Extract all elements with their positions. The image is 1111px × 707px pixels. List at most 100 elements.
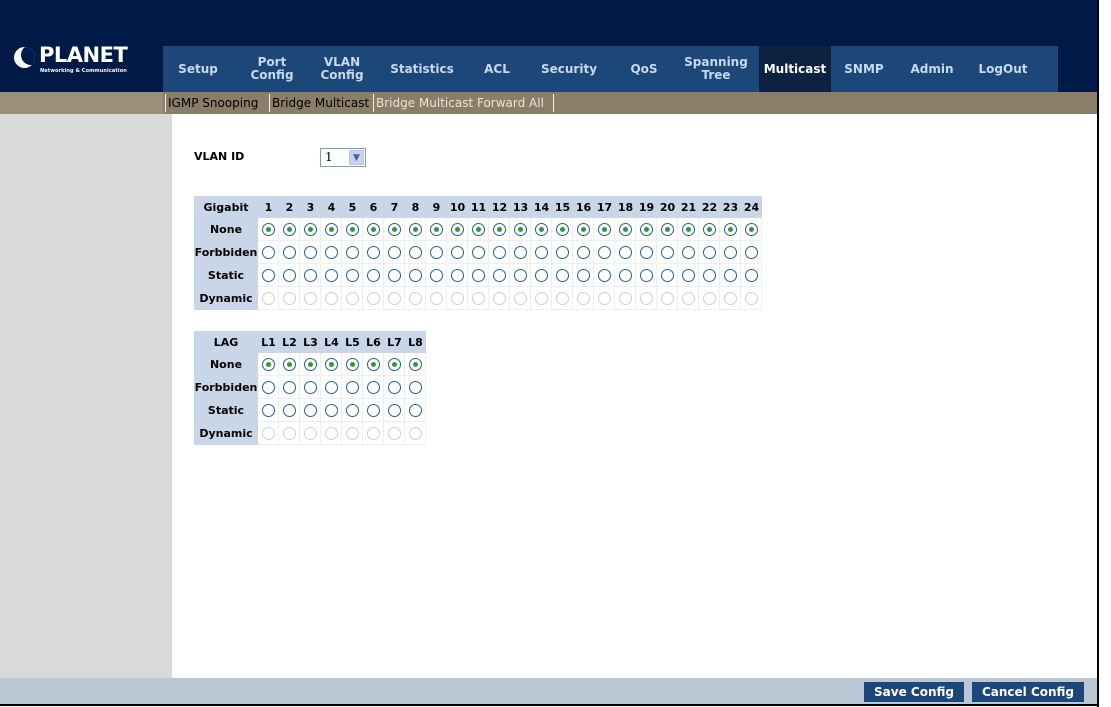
radio-static[interactable] (597, 268, 611, 282)
radio-forbbiden[interactable] (261, 380, 275, 394)
radio-static[interactable] (408, 403, 422, 417)
radio-forbbiden[interactable] (408, 380, 422, 394)
radio-none[interactable] (576, 222, 590, 236)
radio-none[interactable] (366, 357, 380, 371)
radio-none[interactable] (345, 357, 359, 371)
radio-static[interactable] (261, 403, 275, 417)
radio-forbbiden[interactable] (324, 380, 338, 394)
radio-forbbiden[interactable] (261, 245, 275, 259)
radio-none[interactable] (429, 222, 443, 236)
radio-static[interactable] (555, 268, 569, 282)
radio-forbbiden[interactable] (639, 245, 653, 259)
nav-item-acl[interactable]: ACL (470, 46, 524, 92)
nav-item-qos[interactable]: QoS (616, 46, 672, 92)
radio-forbbiden[interactable] (513, 245, 527, 259)
radio-forbbiden[interactable] (597, 245, 611, 259)
radio-forbbiden[interactable] (282, 245, 296, 259)
nav-item-security[interactable]: Security (526, 46, 612, 92)
radio-forbbiden[interactable] (303, 245, 317, 259)
radio-static[interactable] (387, 403, 401, 417)
radio-none[interactable] (345, 222, 359, 236)
radio-none[interactable] (324, 357, 338, 371)
subnav-tab-igmp-snooping[interactable]: IGMP Snooping (168, 94, 258, 112)
radio-static[interactable] (618, 268, 632, 282)
radio-static[interactable] (303, 403, 317, 417)
radio-forbbiden[interactable] (429, 245, 443, 259)
radio-static[interactable] (492, 268, 506, 282)
radio-forbbiden[interactable] (555, 245, 569, 259)
radio-static[interactable] (471, 268, 485, 282)
radio-forbbiden[interactable] (534, 245, 548, 259)
radio-none[interactable] (555, 222, 569, 236)
radio-static[interactable] (639, 268, 653, 282)
radio-none[interactable] (513, 222, 527, 236)
radio-static[interactable] (261, 268, 275, 282)
radio-static[interactable] (534, 268, 548, 282)
radio-forbbiden[interactable] (681, 245, 695, 259)
radio-none[interactable] (387, 357, 401, 371)
nav-item-vlan-config[interactable]: VLAN Config (309, 46, 375, 92)
nav-item-multicast[interactable]: Multicast (759, 46, 831, 92)
nav-item-port-config[interactable]: Port Config (237, 46, 307, 92)
radio-forbbiden[interactable] (576, 245, 590, 259)
radio-static[interactable] (744, 268, 758, 282)
radio-static[interactable] (681, 268, 695, 282)
radio-none[interactable] (282, 357, 296, 371)
radio-forbbiden[interactable] (387, 245, 401, 259)
radio-none[interactable] (681, 222, 695, 236)
cancel-config-button[interactable]: Cancel Config (972, 682, 1084, 702)
radio-static[interactable] (324, 268, 338, 282)
radio-forbbiden[interactable] (744, 245, 758, 259)
radio-none[interactable] (450, 222, 464, 236)
radio-none[interactable] (618, 222, 632, 236)
radio-forbbiden[interactable] (345, 380, 359, 394)
radio-static[interactable] (702, 268, 716, 282)
radio-static[interactable] (366, 268, 380, 282)
radio-none[interactable] (408, 222, 422, 236)
radio-forbbiden[interactable] (345, 245, 359, 259)
radio-static[interactable] (345, 403, 359, 417)
nav-item-admin[interactable]: Admin (900, 46, 964, 92)
radio-forbbiden[interactable] (618, 245, 632, 259)
radio-static[interactable] (723, 268, 737, 282)
radio-none[interactable] (282, 222, 296, 236)
radio-static[interactable] (282, 268, 296, 282)
radio-forbbiden[interactable] (660, 245, 674, 259)
radio-none[interactable] (303, 357, 317, 371)
radio-none[interactable] (534, 222, 548, 236)
radio-none[interactable] (723, 222, 737, 236)
radio-forbbiden[interactable] (366, 380, 380, 394)
radio-none[interactable] (387, 222, 401, 236)
radio-none[interactable] (639, 222, 653, 236)
radio-none[interactable] (408, 357, 422, 371)
nav-item-snmp[interactable]: SNMP (831, 46, 897, 92)
nav-item-statistics[interactable]: Statistics (377, 46, 467, 92)
radio-static[interactable] (303, 268, 317, 282)
radio-static[interactable] (324, 403, 338, 417)
radio-none[interactable] (261, 222, 275, 236)
radio-forbbiden[interactable] (303, 380, 317, 394)
radio-static[interactable] (366, 403, 380, 417)
radio-none[interactable] (366, 222, 380, 236)
radio-static[interactable] (345, 268, 359, 282)
radio-static[interactable] (387, 268, 401, 282)
radio-static[interactable] (576, 268, 590, 282)
radio-forbbiden[interactable] (408, 245, 422, 259)
radio-none[interactable] (261, 357, 275, 371)
radio-forbbiden[interactable] (387, 380, 401, 394)
radio-static[interactable] (408, 268, 422, 282)
radio-forbbiden[interactable] (324, 245, 338, 259)
radio-none[interactable] (492, 222, 506, 236)
nav-item-spanning-tree[interactable]: Spanning Tree (675, 46, 757, 92)
radio-forbbiden[interactable] (282, 380, 296, 394)
radio-none[interactable] (744, 222, 758, 236)
radio-static[interactable] (450, 268, 464, 282)
radio-static[interactable] (282, 403, 296, 417)
radio-static[interactable] (660, 268, 674, 282)
radio-none[interactable] (303, 222, 317, 236)
nav-item-logout[interactable]: LogOut (968, 46, 1038, 92)
radio-forbbiden[interactable] (492, 245, 506, 259)
radio-forbbiden[interactable] (471, 245, 485, 259)
radio-forbbiden[interactable] (450, 245, 464, 259)
radio-forbbiden[interactable] (723, 245, 737, 259)
